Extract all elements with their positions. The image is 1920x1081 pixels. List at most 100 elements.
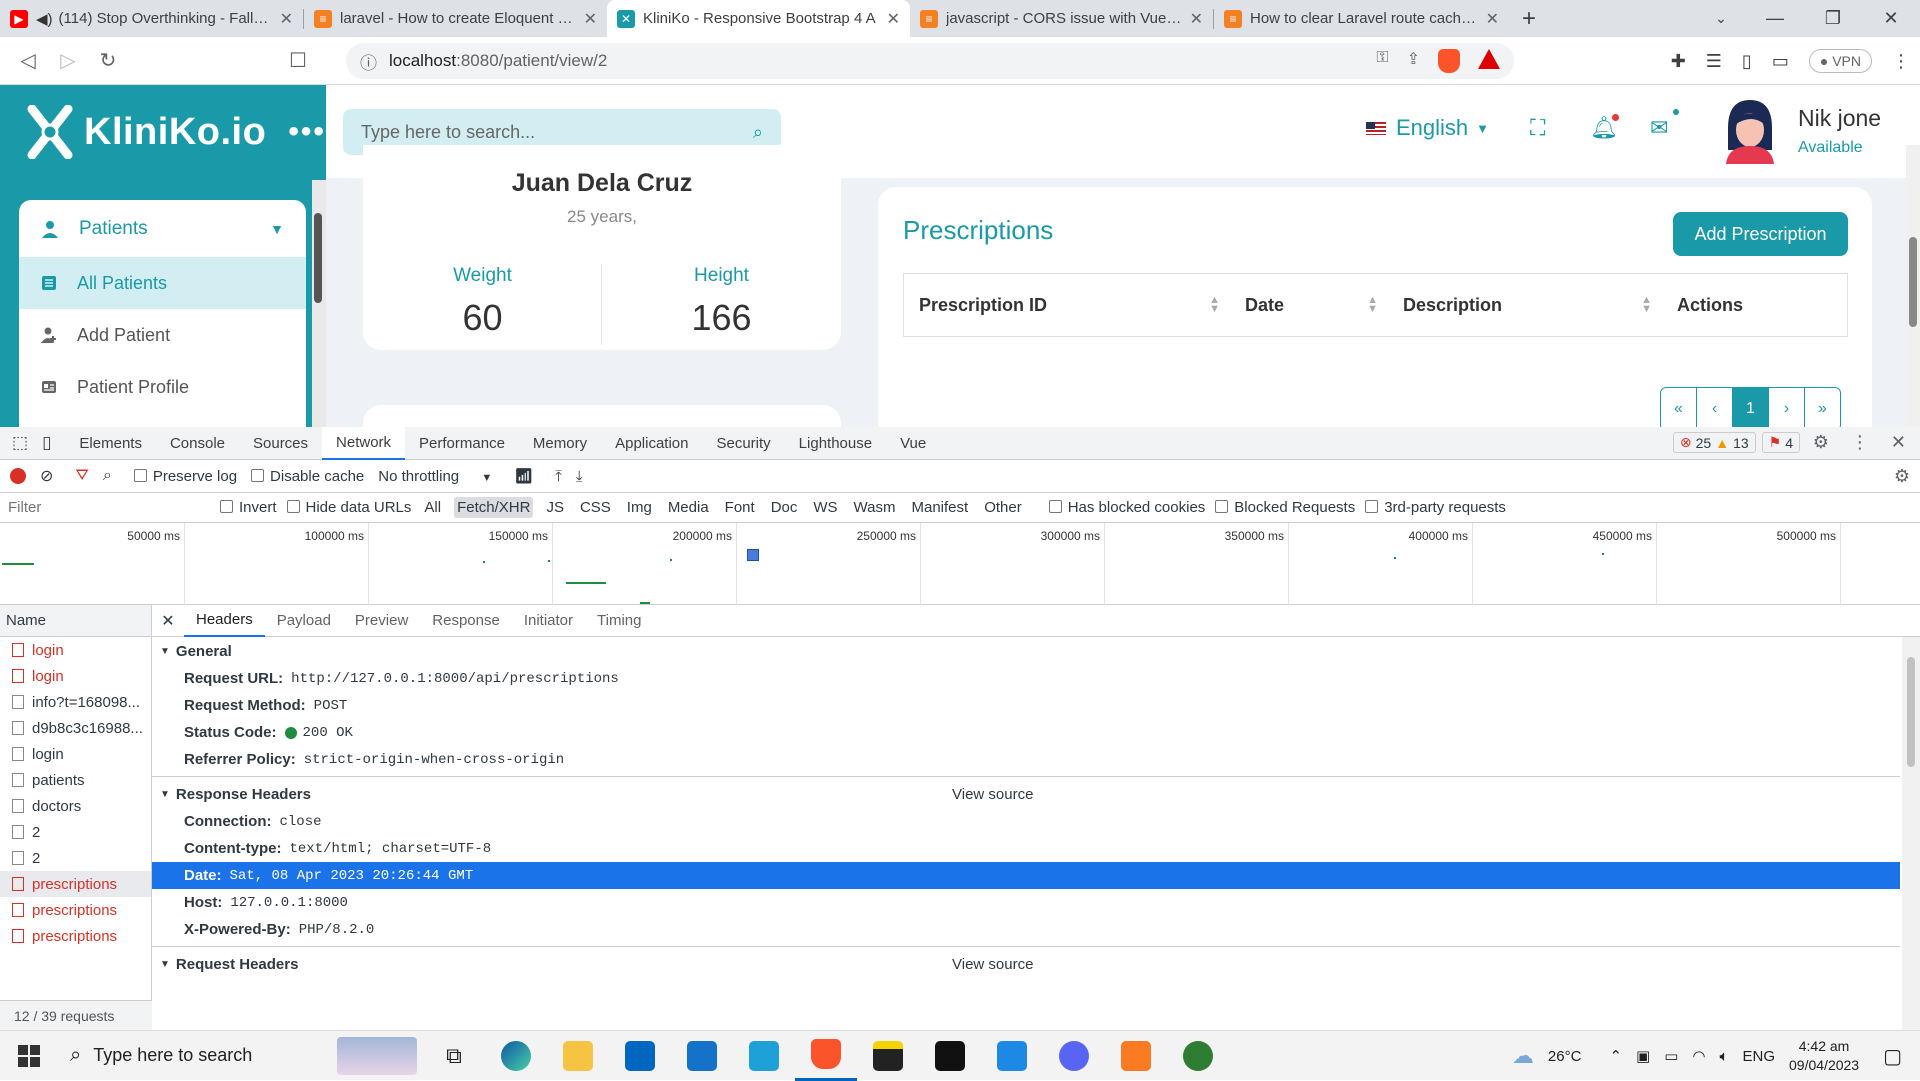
brave-shields-icon[interactable] xyxy=(1438,49,1460,73)
mute-icon[interactable]: ◀) xyxy=(36,10,53,28)
discord-icon[interactable] xyxy=(1043,1031,1105,1081)
export-har-icon[interactable]: ⤓ xyxy=(576,468,583,485)
close-detail-icon[interactable]: ✕ xyxy=(152,611,184,631)
tab-payload[interactable]: Payload xyxy=(265,605,343,637)
filter-type-ws[interactable]: WS xyxy=(810,497,840,518)
sticky-notes-icon[interactable] xyxy=(857,1031,919,1081)
close-tab-icon[interactable]: ✕ xyxy=(584,9,597,29)
taskbar-search[interactable]: ⌕ Type here to search xyxy=(58,1031,423,1081)
filter-input[interactable] xyxy=(0,495,210,520)
network-conditions-icon[interactable]: 📶︎ xyxy=(514,467,533,485)
reload-button[interactable]: ↻ xyxy=(88,41,128,81)
language-selector[interactable]: English ▼ xyxy=(1366,115,1489,141)
request-item[interactable]: prescriptions xyxy=(0,897,151,923)
tab-initiator[interactable]: Initiator xyxy=(512,605,585,637)
file-explorer-icon[interactable] xyxy=(547,1031,609,1081)
request-item[interactable]: 2 xyxy=(0,845,151,871)
browser-tab[interactable]: ≡ How to clear Laravel route caching on … xyxy=(1214,0,1509,37)
logo[interactable]: KliniKo.io ••• xyxy=(26,105,326,159)
request-item[interactable]: prescriptions xyxy=(0,923,151,949)
request-item[interactable]: patients xyxy=(0,767,151,793)
request-item[interactable]: login xyxy=(0,663,151,689)
sidebar-item-patient-profile[interactable]: Patient Profile xyxy=(19,361,306,413)
request-item[interactable]: prescriptions xyxy=(0,871,151,897)
has-blocked-cookies-checkbox[interactable]: Has blocked cookies xyxy=(1048,499,1205,516)
menu-section-patients[interactable]: Patients ▼ xyxy=(19,200,306,257)
extensions-icon[interactable]: ✚ xyxy=(1671,51,1686,72)
weather-cloud-icon[interactable]: ☁ xyxy=(1512,1043,1534,1069)
sidebar-scrollbar[interactable] xyxy=(314,213,322,303)
close-tab-icon[interactable]: ✕ xyxy=(887,9,900,29)
tab-timing[interactable]: Timing xyxy=(585,605,653,637)
menu-icon[interactable]: ⋮ xyxy=(1892,51,1910,72)
input-language[interactable]: ENG xyxy=(1743,1048,1776,1065)
throttling-select[interactable]: No throttling ▼ xyxy=(378,468,492,485)
filter-type-doc[interactable]: Doc xyxy=(768,497,801,518)
import-har-icon[interactable]: ⤒ xyxy=(555,468,562,485)
search-icon[interactable]: ⌕ xyxy=(753,122,763,143)
store-icon[interactable] xyxy=(609,1031,671,1081)
close-tab-icon[interactable]: ✕ xyxy=(1190,9,1203,29)
sidebar-icon[interactable]: ▯ xyxy=(1742,51,1752,72)
record-icon[interactable] xyxy=(10,468,26,484)
wallet-icon[interactable]: ▭ xyxy=(1772,51,1789,72)
brave-rewards-icon[interactable] xyxy=(1478,49,1500,69)
invert-checkbox[interactable]: Invert xyxy=(220,499,277,516)
task-view-icon[interactable]: ⧉ xyxy=(423,1031,485,1081)
tab-console[interactable]: Console xyxy=(156,427,239,460)
third-party-checkbox[interactable]: 3rd-party requests xyxy=(1365,499,1506,516)
view-source-link[interactable]: View source xyxy=(952,956,1033,973)
issues-count[interactable]: ⚑ 4 xyxy=(1761,432,1800,453)
tab-headers[interactable]: Headers xyxy=(184,605,265,637)
tab-memory[interactable]: Memory xyxy=(519,427,601,460)
tab-sources[interactable]: Sources xyxy=(239,427,322,460)
tab-vue[interactable]: Vue xyxy=(886,427,940,460)
tab-search-chevron-icon[interactable]: ⌄ xyxy=(1706,0,1736,37)
filter-type-all[interactable]: All xyxy=(421,497,444,518)
device-toggle-icon[interactable]: ▯ xyxy=(36,427,65,460)
more-options-icon[interactable]: ⋮ xyxy=(1851,432,1869,453)
page-scrollbar-thumb[interactable] xyxy=(1909,237,1917,327)
tab-security[interactable]: Security xyxy=(702,427,784,460)
mail-icon[interactable]: ✉ xyxy=(1650,115,1668,141)
general-section-header[interactable]: ▼ General xyxy=(152,637,1920,665)
blocked-requests-checkbox[interactable]: Blocked Requests xyxy=(1215,499,1355,516)
page-button-current[interactable]: 1 xyxy=(1732,387,1769,427)
filter-type-img[interactable]: Img xyxy=(624,497,655,518)
launcher-l-icon[interactable] xyxy=(733,1031,795,1081)
filter-type-css[interactable]: CSS xyxy=(577,497,614,518)
back-button[interactable]: ◁ xyxy=(8,41,48,81)
first-page-button[interactable]: « xyxy=(1660,387,1697,427)
request-item[interactable]: 2 xyxy=(0,819,151,845)
volume-icon[interactable]: 🔈︎ xyxy=(1719,1048,1728,1065)
share-icon[interactable]: ⇪ xyxy=(1407,49,1420,73)
site-info-icon[interactable]: ⓘ xyxy=(360,49,377,74)
browser-tab-active[interactable]: ✕ KliniKo - Responsive Bootstrap 4 A ✕ xyxy=(607,0,910,37)
hide-data-urls-checkbox[interactable]: Hide data URLs xyxy=(286,499,411,516)
meet-icon[interactable]: ▣ xyxy=(1636,1047,1650,1065)
filter-type-js[interactable]: JS xyxy=(543,497,567,518)
clear-icon[interactable]: ⊘ xyxy=(40,466,53,486)
filter-type-manifest[interactable]: Manifest xyxy=(909,497,972,518)
prev-page-button[interactable]: ‹ xyxy=(1696,387,1733,427)
tab-response[interactable]: Response xyxy=(420,605,512,637)
tab-network[interactable]: Network xyxy=(322,426,406,460)
column-header[interactable]: Prescription ID ▲ ▼ xyxy=(904,274,1230,336)
disable-cache-checkbox[interactable]: Disable cache xyxy=(251,468,364,485)
filter-type-media[interactable]: Media xyxy=(665,497,712,518)
filter-type-fetch-xhr[interactable]: Fetch/XHR xyxy=(454,497,534,518)
request-headers-section-header[interactable]: ▼ Request Headers View source xyxy=(152,950,1920,978)
header-row-selected[interactable]: Date: Sat, 08 Apr 2023 20:26:44 GMT xyxy=(152,862,1900,889)
settings-gear-icon[interactable]: ⚙ xyxy=(1813,432,1829,453)
notifications-icon[interactable]: ▢ xyxy=(1883,1044,1902,1069)
start-button[interactable] xyxy=(0,1031,58,1081)
vpn-button[interactable]: ● VPN xyxy=(1808,49,1872,73)
bookmark-icon[interactable]: ☐ xyxy=(278,41,318,81)
network-settings-icon[interactable]: ⚙ xyxy=(1894,466,1910,487)
mail-icon[interactable] xyxy=(671,1031,733,1081)
brave-icon[interactable] xyxy=(795,1031,857,1081)
new-tab-button[interactable]: + xyxy=(1509,0,1549,37)
inspect-icon[interactable]: ⬚ xyxy=(0,427,36,460)
issue-counters[interactable]: ⊗ 25 ▲ 13 ⚑ 4 xyxy=(1672,432,1800,453)
chevron-up-icon[interactable]: ⌃ xyxy=(1609,1047,1622,1065)
